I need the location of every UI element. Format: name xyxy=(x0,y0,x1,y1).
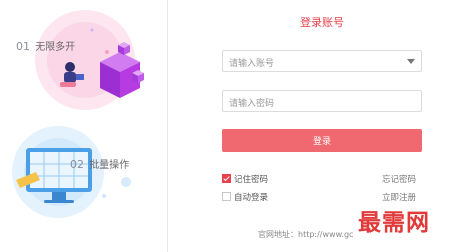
remember-password-option[interactable]: 记住密码 xyxy=(222,173,268,185)
remember-label: 记住密码 xyxy=(234,175,269,185)
multi-open-illustration xyxy=(35,10,144,110)
login-title: 登录账号 xyxy=(300,16,344,29)
feature-number: 02 xyxy=(70,158,84,171)
remember-checkbox[interactable] xyxy=(222,174,231,183)
feature-label: 无限多开 xyxy=(35,42,76,53)
password-field[interactable] xyxy=(222,90,422,114)
password-input[interactable] xyxy=(223,94,399,114)
forgot-password-link[interactable]: 忘记密码 xyxy=(382,173,416,185)
feature-label: 批量操作 xyxy=(89,160,130,171)
register-link[interactable]: 立即注册 xyxy=(382,191,416,203)
feature-panel: 01 无限多开 02 批量操作 xyxy=(0,0,160,252)
feature-batch-operation: 02 批量操作 xyxy=(70,156,129,171)
watermark-logo: 最需网 xyxy=(358,209,430,236)
auto-login-option[interactable]: 自动登录 xyxy=(222,191,268,203)
auto-login-label: 自动登录 xyxy=(234,193,269,203)
account-field[interactable] xyxy=(222,50,422,74)
batch-operation-illustration xyxy=(12,126,131,218)
panel-divider xyxy=(167,0,168,252)
feature-number: 01 xyxy=(16,40,30,53)
login-button[interactable]: 登录 xyxy=(222,129,422,152)
auto-login-checkbox[interactable] xyxy=(222,192,231,201)
feature-multi-open: 01 无限多开 xyxy=(16,38,75,53)
official-site-text: 官网地址：http://www.gc xyxy=(258,230,354,239)
account-input[interactable] xyxy=(223,54,399,74)
chevron-down-icon[interactable] xyxy=(407,59,415,64)
